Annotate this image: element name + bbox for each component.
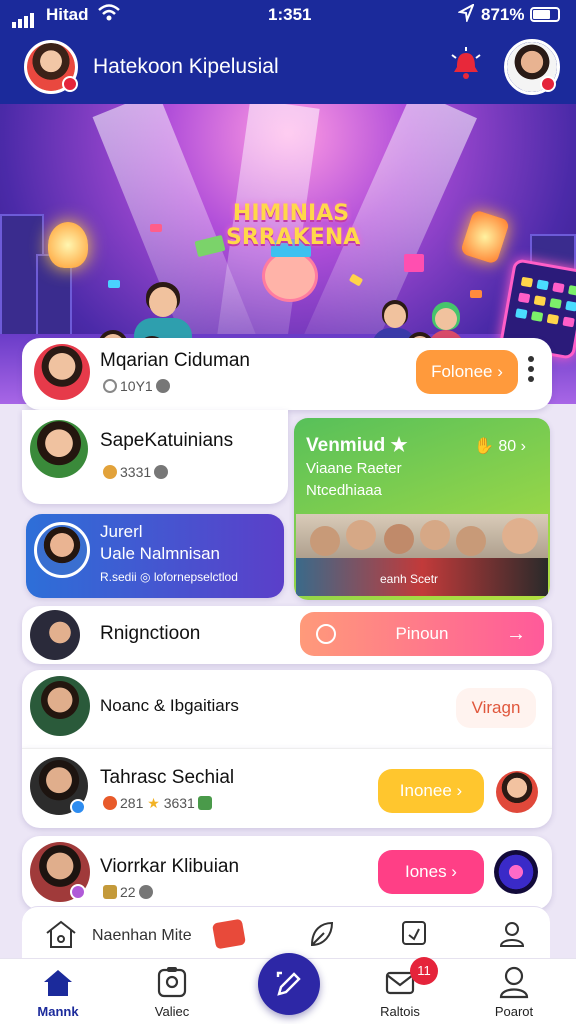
card-meta: R.sedii ◎ lofornepselctlod <box>100 570 238 584</box>
contact-name: Mqarian Ciduman <box>100 350 250 371</box>
photo-caption: eanh Scetr <box>380 572 439 586</box>
avatar <box>30 610 80 660</box>
carrier-label: Hitad <box>46 5 89 24</box>
coin-icon <box>103 465 117 479</box>
status-badge <box>70 884 86 900</box>
signal-icon <box>12 8 36 28</box>
list-item[interactable]: Tahrasc Sechial 281 ★ 3631 Inonee › <box>22 748 552 828</box>
location-arrow-icon <box>458 4 474 22</box>
user-outline-icon[interactable] <box>498 919 526 949</box>
document-icon[interactable] <box>400 919 428 949</box>
lightbulb-icon <box>48 222 88 268</box>
battery-icon <box>530 7 560 22</box>
mascot-character <box>262 239 318 302</box>
group-photo: eanh Scetr <box>296 514 548 596</box>
gift-icon[interactable] <box>211 918 247 950</box>
thumbs-up-icon: ✋ <box>474 438 494 455</box>
friend-badge <box>540 76 556 92</box>
info-icon <box>154 465 169 479</box>
bars-icon <box>103 885 117 899</box>
lantern-icon <box>459 209 511 265</box>
bar-icon <box>197 796 212 810</box>
clock: 1:351 <box>268 5 312 24</box>
game-orb-icon[interactable] <box>494 850 538 894</box>
info-icon <box>155 379 170 393</box>
contact-name: Rnignctioon <box>100 623 201 644</box>
list-item[interactable]: Noanc & Ibgaitiars Viragn <box>22 670 552 748</box>
tab-profile[interactable]: Poarot <box>474 959 554 1024</box>
featured-user-card[interactable]: Jurerl Uale Nalmnisan R.sedii ◎ lofornep… <box>26 514 284 598</box>
notification-dot <box>62 76 78 92</box>
card-label: Jurerl <box>100 522 143 541</box>
group-subtitle: Viaane Raeter <box>306 460 402 477</box>
contact-meta: 3331 <box>100 464 171 480</box>
group-title: Venmiud ★ <box>306 435 408 456</box>
unread-badge: 11 <box>410 957 438 985</box>
status-bar: Hitad 1:351 871% <box>0 0 576 30</box>
verified-badge <box>70 799 86 815</box>
follow-button[interactable]: Folonee › <box>416 350 518 394</box>
tab-label: Mannk <box>37 1004 79 1019</box>
tab-home[interactable]: Mannk <box>18 959 98 1024</box>
avatar <box>34 344 90 400</box>
camera-icon <box>157 967 187 998</box>
list-item[interactable]: Mqarian Ciduman 10Y1 Folonee › <box>22 338 552 410</box>
sub-nav-label[interactable]: Naenhan Mite <box>92 927 192 945</box>
contact-name: Tahrasc Sechial <box>100 767 235 788</box>
view-button[interactable]: Viragn <box>456 688 536 728</box>
follow-button[interactable]: Inonee › <box>378 769 484 813</box>
join-button[interactable]: Pinoun → <box>300 612 544 656</box>
star-icon: ★ <box>143 795 164 811</box>
avatar <box>34 522 90 578</box>
card-title: Uale Nalmnisan <box>100 544 220 563</box>
list-item[interactable]: Rnignctioon Pinoun → <box>22 606 552 664</box>
follow-button[interactable]: Iones › <box>378 850 484 894</box>
tab-label: Poarot <box>494 1004 534 1019</box>
contact-meta: 281 ★ 3631 <box>100 795 215 812</box>
list-item[interactable]: Viorrkar Klibuian 22 Iones › <box>22 836 552 910</box>
avatar <box>30 676 90 736</box>
compose-button[interactable] <box>258 953 320 1015</box>
tab-videos[interactable]: Valiec <box>132 959 212 1024</box>
tab-label: Raltois <box>380 1004 420 1019</box>
tab-messages[interactable]: 11 Raltois <box>360 957 440 1024</box>
avatar <box>30 420 88 478</box>
info-icon <box>138 885 153 899</box>
more-options-icon[interactable] <box>528 356 534 362</box>
wifi-icon <box>98 4 120 21</box>
flame-icon <box>103 796 117 810</box>
battery-percent: 871% <box>481 5 525 24</box>
home-icon <box>44 970 72 996</box>
arrow-right-icon: → <box>506 623 526 645</box>
group-card[interactable]: Venmiud ★ ✋ 80 › Viaane Raeter Ntcedhiaa… <box>294 418 550 600</box>
contact-meta: 10Y1 <box>100 378 173 394</box>
contact-name: SapeKatuinians <box>100 430 234 451</box>
group-description: Ntcedhiaaa <box>306 482 382 499</box>
contact-meta: 22 <box>100 884 156 900</box>
game-logo: HIMINIAS SRRAKENA <box>226 201 361 250</box>
app-header: Hatekoon Kipelusial <box>0 30 576 104</box>
edit-icon <box>276 971 301 996</box>
clock-icon <box>103 379 117 393</box>
home-outline-icon[interactable] <box>44 919 78 949</box>
user-icon <box>499 966 529 999</box>
alarm-bell-icon[interactable] <box>448 47 484 83</box>
leaf-icon[interactable] <box>308 919 336 949</box>
list-item[interactable]: SapeKatuinians 3331 <box>22 410 288 504</box>
tab-label: Valiec <box>154 1004 190 1019</box>
page-title: Hatekoon Kipelusial <box>93 55 279 78</box>
group-count[interactable]: ✋ 80 › <box>474 436 526 456</box>
mini-avatar[interactable] <box>496 771 538 813</box>
contact-name: Noanc & Ibgaitiars <box>100 696 239 715</box>
contact-name: Viorrkar Klibuian <box>100 856 240 877</box>
clock-icon <box>316 624 336 644</box>
